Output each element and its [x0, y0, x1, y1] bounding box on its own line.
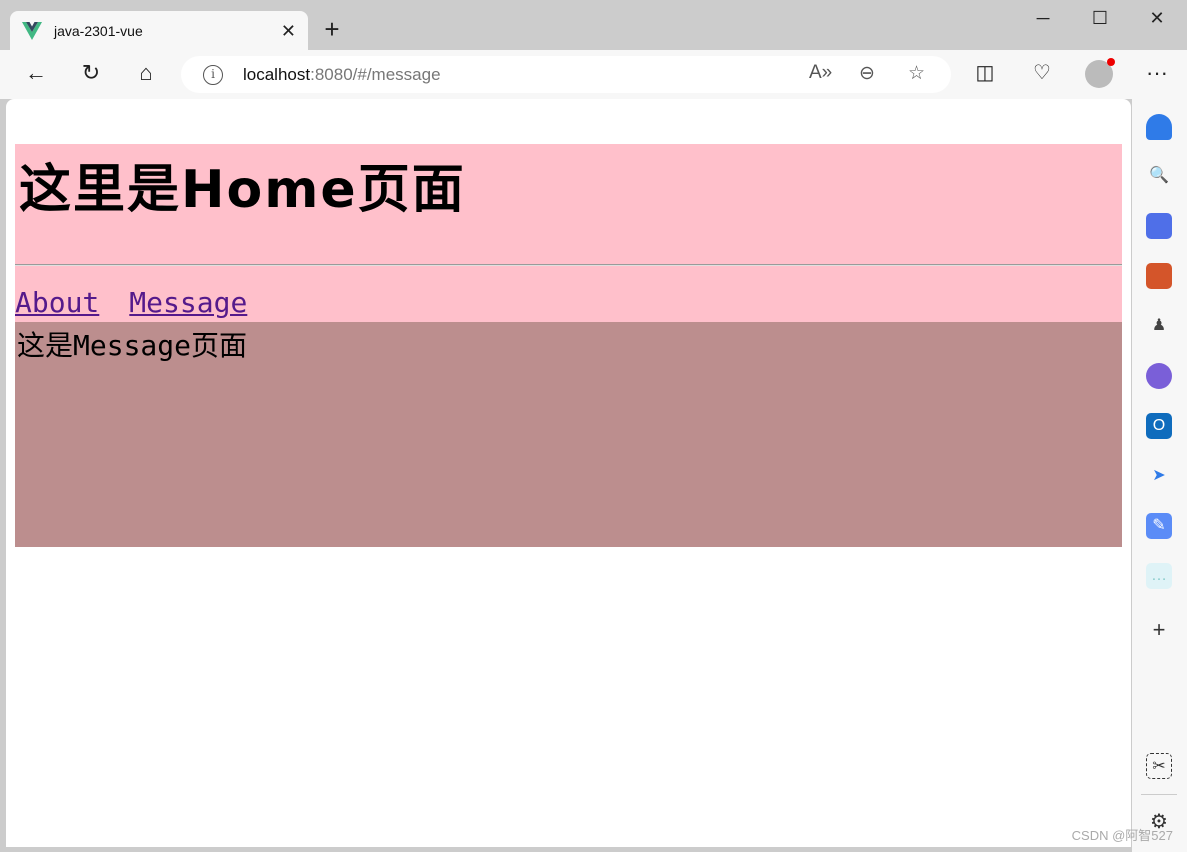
minimize-button[interactable]: ─ — [1023, 8, 1063, 29]
watermark: CSDN @阿智527 — [1071, 828, 1173, 843]
browser-essentials-icon[interactable]: ♡ — [1027, 60, 1057, 85]
info-icon[interactable]: i — [203, 64, 223, 85]
edge-sidebar: 🔍 ♟ O ➤ ✎ … + ✂ ⚙ — [1132, 99, 1187, 852]
screenshot-icon[interactable]: ✂ — [1146, 753, 1172, 779]
vue-logo-icon — [22, 22, 42, 40]
zoom-out-icon[interactable]: ⊖ — [859, 62, 875, 85]
search-icon[interactable]: 🔍 — [1146, 163, 1172, 189]
notifications-icon[interactable] — [1146, 114, 1172, 140]
new-tab-button[interactable]: + — [318, 14, 346, 45]
close-icon[interactable]: ✕ — [281, 21, 296, 42]
back-icon[interactable]: ← — [21, 60, 51, 86]
games-icon[interactable]: ♟ — [1146, 313, 1172, 339]
message-text: 这是Message页面 — [17, 329, 248, 362]
chat-icon[interactable]: … — [1146, 563, 1172, 589]
shopping-tag-icon[interactable] — [1146, 213, 1172, 239]
navigation-toolbar: ← ↻ ⌂ i localhost:8080/#/message A» ⊖ ☆ … — [0, 50, 1187, 99]
copilot-icon[interactable] — [1146, 363, 1172, 389]
home-section: 这里是Home页面 About Message 这是Message页面 — [15, 144, 1122, 547]
drop-icon[interactable]: ✎ — [1146, 513, 1172, 539]
home-icon[interactable]: ⌂ — [131, 60, 161, 86]
tools-icon[interactable] — [1146, 263, 1172, 289]
favorite-star-icon[interactable]: ☆ — [908, 62, 925, 85]
add-icon[interactable]: + — [1146, 617, 1172, 643]
about-link[interactable]: About — [15, 286, 99, 319]
window-close-button[interactable]: ✕ — [1137, 8, 1177, 29]
tab-bar: java-2301-vue ✕ + ─ ☐ ✕ — [0, 0, 1187, 51]
page-viewport: 这里是Home页面 About Message 这是Message页面 — [6, 99, 1131, 847]
message-view: 这是Message页面 — [15, 322, 1122, 547]
maximize-button[interactable]: ☐ — [1080, 8, 1120, 29]
page-title: 这里是Home页面 — [19, 160, 466, 220]
message-link[interactable]: Message — [129, 286, 247, 319]
sidebar-divider — [1141, 794, 1177, 795]
tab-title: java-2301-vue — [54, 23, 143, 39]
router-nav: About Message — [15, 266, 1122, 322]
split-screen-icon[interactable]: ◫ — [970, 60, 1000, 85]
send-icon[interactable]: ➤ — [1146, 463, 1172, 489]
outlook-icon[interactable]: O — [1146, 413, 1172, 439]
more-icon[interactable]: ··· — [1142, 60, 1172, 86]
refresh-icon[interactable]: ↻ — [76, 60, 106, 86]
address-bar[interactable]: i localhost:8080/#/message A» ⊖ ☆ — [181, 56, 951, 93]
url-text[interactable]: localhost:8080/#/message — [243, 65, 441, 85]
read-aloud-icon[interactable]: A» — [809, 62, 832, 84]
profile-avatar-icon[interactable] — [1085, 58, 1115, 88]
browser-tab[interactable]: java-2301-vue ✕ — [10, 11, 308, 51]
